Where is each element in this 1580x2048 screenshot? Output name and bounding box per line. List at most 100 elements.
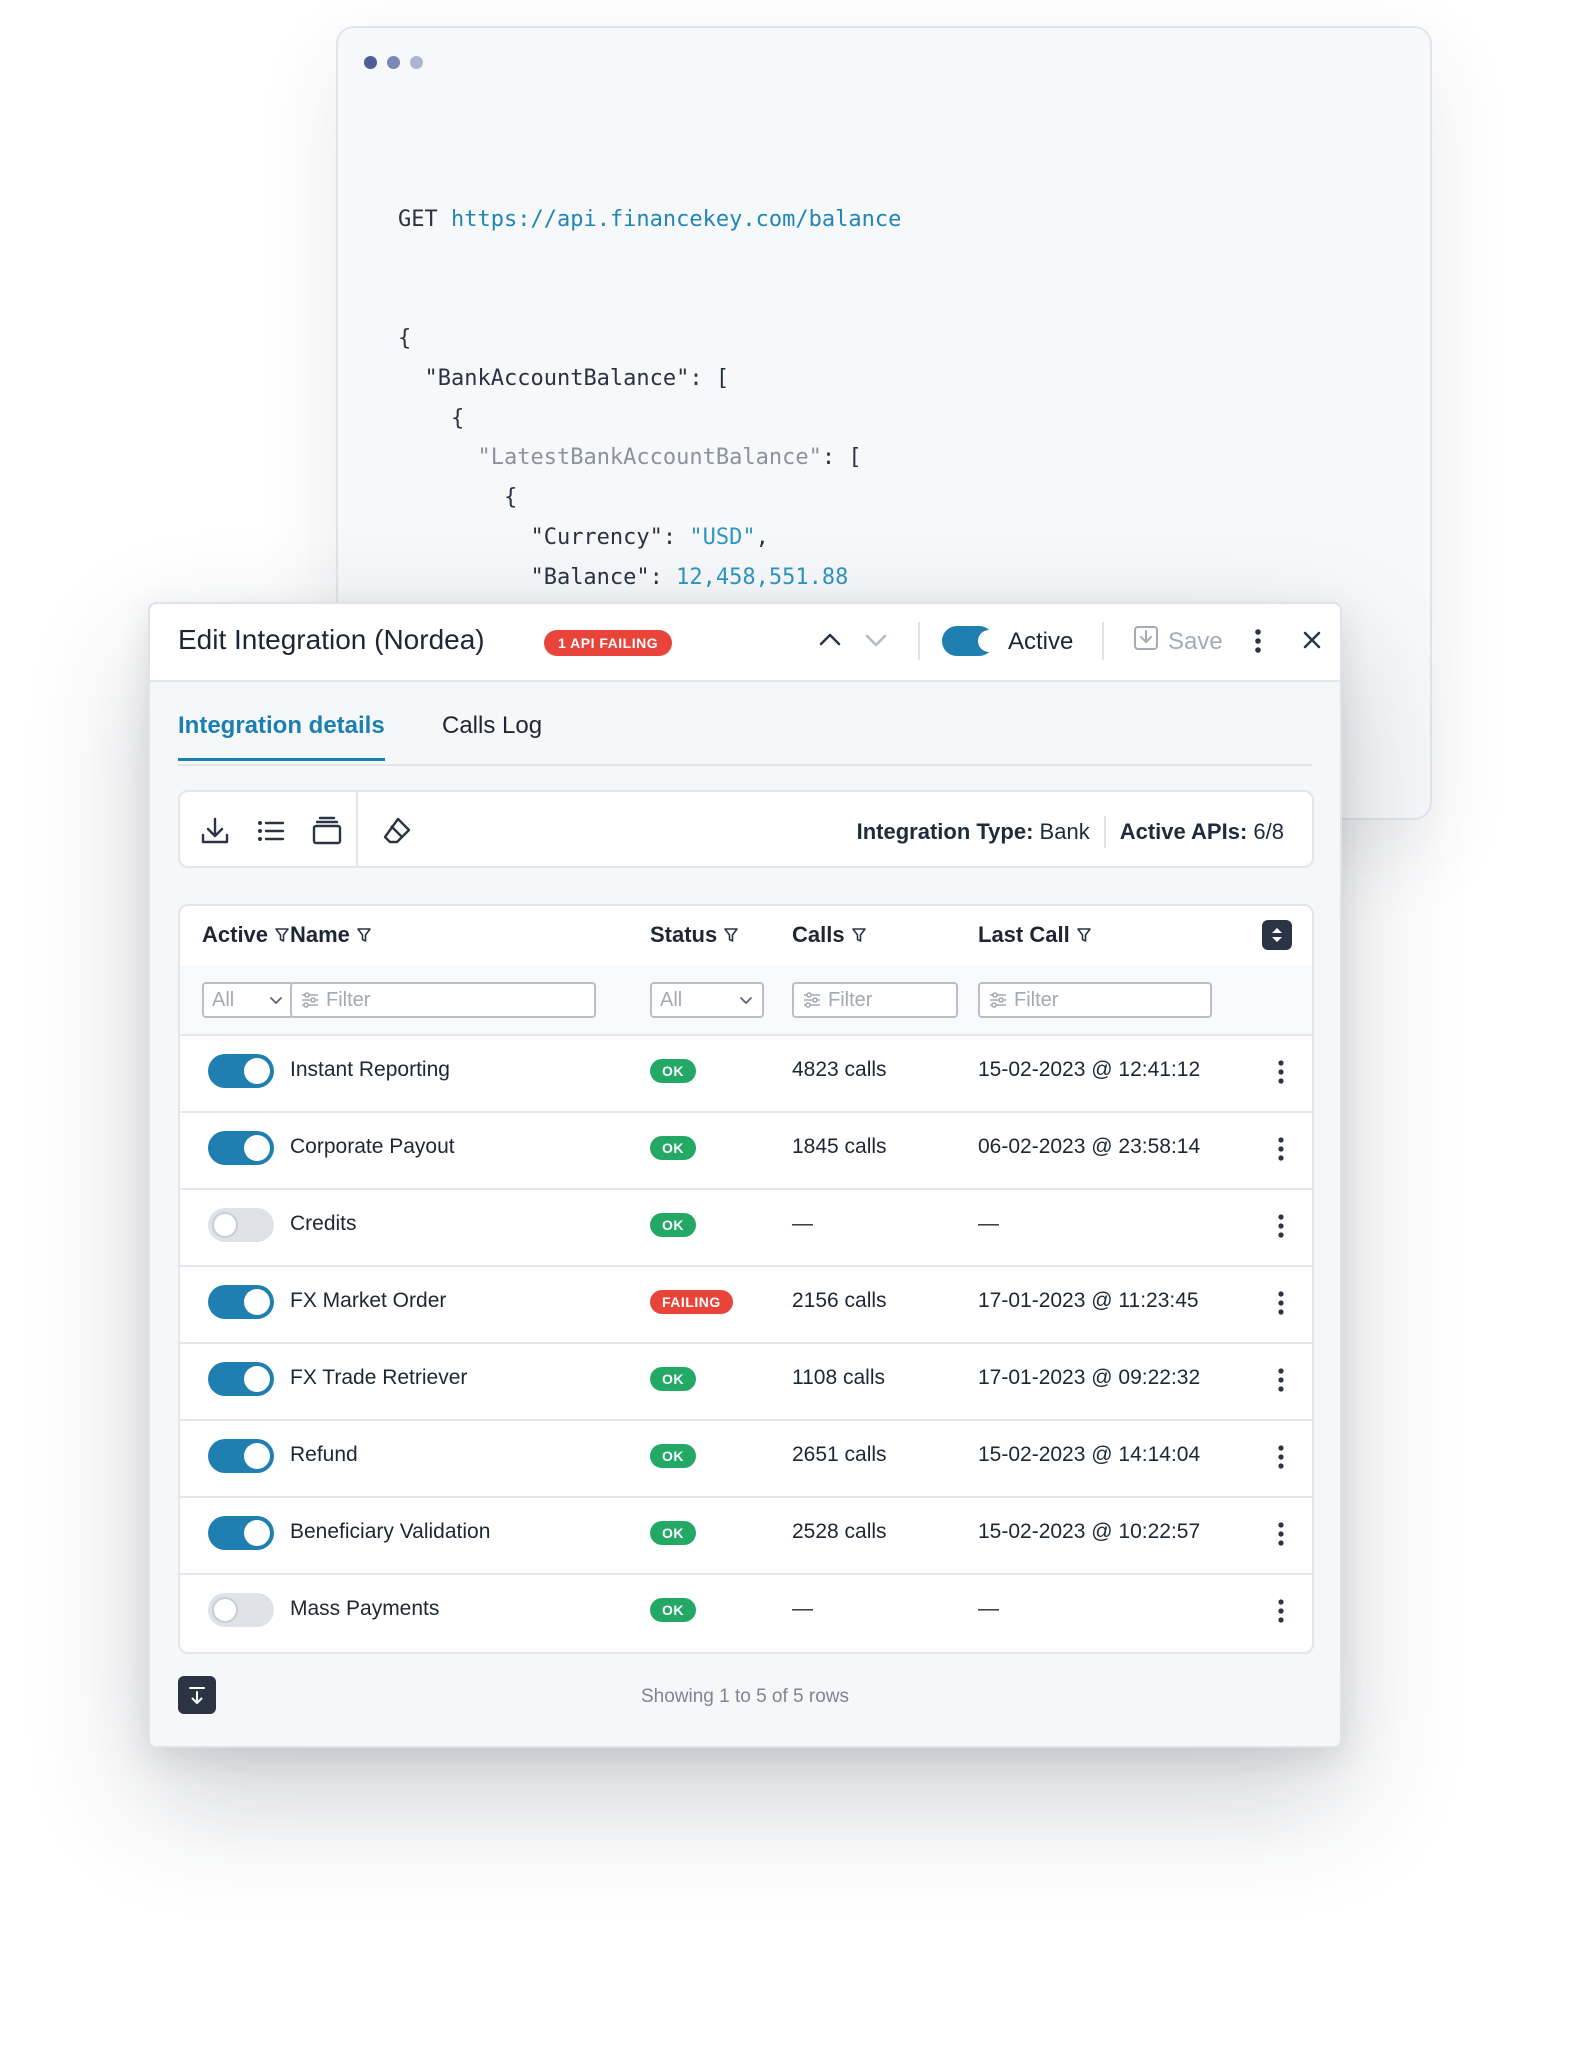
integration-meta: Integration Type: Bank Active APIs: 6/8 [857, 816, 1284, 848]
toggle-knob [212, 1597, 238, 1623]
json-value: 12,458,551.88 [676, 564, 849, 590]
integration-type-value: Bank [1039, 819, 1090, 844]
code-text: : [649, 564, 677, 590]
chevron-up-icon[interactable] [816, 626, 844, 659]
json-key: "LatestBankAccountBalance" [477, 445, 822, 471]
filter-row: All Filter All Filter Filter [180, 966, 1312, 1036]
close-icon[interactable] [1298, 626, 1326, 659]
calls-count: 1845 calls [792, 1135, 887, 1158]
eraser-icon[interactable] [380, 814, 414, 853]
row-menu-icon[interactable] [1274, 1520, 1288, 1553]
filter-icon[interactable] [356, 926, 372, 944]
table-row[interactable]: Instant Reporting OK 4823 calls 15-02-2023 … [180, 1034, 1312, 1113]
integration-active-toggle[interactable] [942, 626, 1000, 656]
chevron-down-icon [270, 997, 282, 1004]
status-badge: OK [650, 1598, 696, 1622]
calls-count: — [792, 1212, 813, 1235]
edit-integration-panel: Edit Integration (Nordea) 1 API FAILING … [148, 602, 1342, 1748]
row-menu-icon[interactable] [1274, 1289, 1288, 1322]
save-button[interactable]: Save [1132, 624, 1223, 659]
api-name: Corporate Payout [290, 1135, 455, 1158]
toggle-knob [244, 1135, 270, 1161]
download-icon[interactable] [198, 814, 232, 853]
table-row[interactable]: FX Market Order FAILING 2156 calls 17-01-20… [180, 1265, 1312, 1344]
active-filter-select[interactable]: All [202, 982, 294, 1018]
table-row[interactable]: Credits OK — — [180, 1188, 1312, 1267]
code-line: { [398, 478, 1166, 518]
filter-icon[interactable] [1076, 926, 1092, 944]
api-active-toggle[interactable] [208, 1593, 274, 1627]
api-active-toggle[interactable] [208, 1439, 274, 1473]
api-active-toggle[interactable] [208, 1516, 274, 1550]
tab-calls-log[interactable]: Calls Log [442, 712, 542, 758]
filter-placeholder: Filter [326, 988, 371, 1011]
save-icon [1132, 624, 1160, 659]
column-header-active[interactable]: Active [202, 922, 290, 948]
filter-icon[interactable] [723, 926, 739, 944]
list-icon[interactable] [254, 814, 288, 853]
code-text: "BankAccountBalance": [ [424, 365, 730, 391]
code-text: , [755, 524, 769, 550]
request-url[interactable]: https://api.financekey.com/balance [451, 207, 901, 232]
integration-type-label: Integration Type: [856, 819, 1034, 844]
calls-filter-input[interactable]: Filter [792, 982, 958, 1018]
more-vertical-icon[interactable] [1250, 626, 1266, 661]
column-settings-button[interactable] [1262, 920, 1292, 950]
status-badge: OK [650, 1521, 696, 1545]
column-label: Last Call [978, 922, 1070, 947]
code-line: "BankAccountBalance": [ [398, 359, 1166, 399]
column-label: Active [202, 922, 269, 947]
api-active-toggle[interactable] [208, 1208, 274, 1242]
toggle-knob [244, 1366, 270, 1392]
status-badge: OK [650, 1136, 696, 1160]
row-menu-icon[interactable] [1274, 1443, 1288, 1476]
last-call-filter-input[interactable]: Filter [978, 982, 1212, 1018]
sliders-icon [804, 992, 820, 1008]
api-active-toggle[interactable] [208, 1285, 274, 1319]
last-call-time: 15-02-2023 @ 12:41:12 [978, 1058, 1201, 1081]
row-menu-icon[interactable] [1274, 1135, 1288, 1168]
filter-icon[interactable] [274, 926, 290, 944]
name-filter-input[interactable]: Filter [290, 982, 596, 1018]
api-active-toggle[interactable] [208, 1362, 274, 1396]
select-value: All [212, 988, 235, 1011]
api-active-toggle[interactable] [208, 1131, 274, 1165]
chevron-down-icon[interactable] [862, 626, 890, 659]
tab-integration-details[interactable]: Integration details [178, 712, 385, 761]
window-dot-2[interactable] [387, 56, 400, 69]
column-label: Calls [792, 922, 845, 947]
row-menu-icon[interactable] [1274, 1058, 1288, 1091]
column-header-status[interactable]: Status [650, 922, 739, 948]
table-row[interactable]: Beneficiary Validation OK 2528 calls 15-02-… [180, 1496, 1312, 1575]
toggle-knob [978, 630, 1000, 652]
code-text: { [503, 485, 518, 511]
row-menu-icon[interactable] [1274, 1597, 1288, 1630]
table-row[interactable]: Mass Payments OK — — [180, 1573, 1312, 1650]
status-badge: OK [650, 1444, 696, 1468]
table-row[interactable]: FX Trade Retriever OK 1108 calls 17-01-2023… [180, 1342, 1312, 1421]
row-menu-icon[interactable] [1274, 1366, 1288, 1399]
column-header-last-call[interactable]: Last Call [978, 922, 1092, 948]
code-text: : [ [821, 445, 862, 471]
header-divider [1102, 622, 1104, 660]
table-row[interactable]: Corporate Payout OK 1845 calls 06-02-2023 @… [180, 1111, 1312, 1190]
page-title: Edit Integration (Nordea) [178, 624, 485, 655]
column-label: Name [290, 922, 350, 947]
stack-icon[interactable] [310, 814, 344, 853]
table-row[interactable]: Refund OK 2651 calls 15-02-2023 @ 14:14:04 [180, 1419, 1312, 1498]
window-dot-1[interactable] [364, 56, 377, 69]
save-label: Save [1168, 627, 1223, 655]
column-header-calls[interactable]: Calls [792, 922, 867, 948]
active-apis-label: Active APIs: [1119, 819, 1248, 844]
column-header-name[interactable]: Name [290, 922, 372, 948]
toolbar: Integration Type: Bank Active APIs: 6/8 [178, 790, 1314, 868]
status-filter-select[interactable]: All [650, 982, 764, 1018]
chevron-down-icon [740, 997, 752, 1004]
last-call-time: 15-02-2023 @ 14:14:04 [978, 1443, 1201, 1466]
row-menu-icon[interactable] [1274, 1212, 1288, 1245]
filter-icon[interactable] [851, 926, 867, 944]
code-text: { [398, 325, 412, 351]
window-dot-3[interactable] [410, 56, 423, 69]
api-active-toggle[interactable] [208, 1054, 274, 1088]
sliders-icon [990, 992, 1006, 1008]
